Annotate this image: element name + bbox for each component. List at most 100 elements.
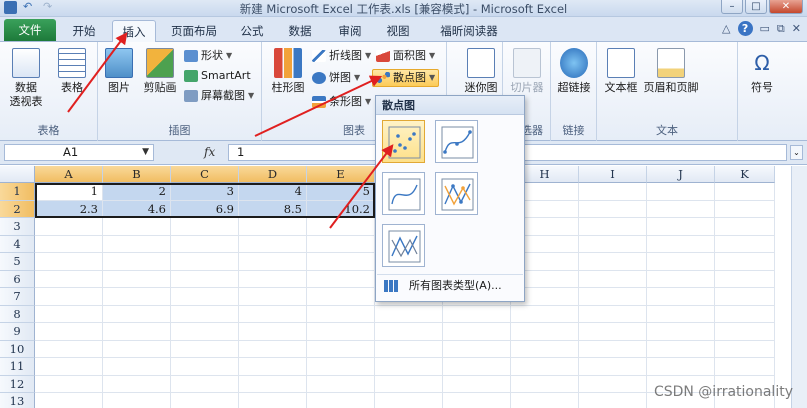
cell-i11[interactable] [579, 358, 647, 376]
tab-data[interactable]: 数据 [280, 20, 320, 42]
cell-k6[interactable] [715, 270, 775, 288]
scatter-smooth-lines-option[interactable] [382, 172, 425, 215]
cell-a9[interactable] [35, 323, 103, 341]
cell-e13[interactable] [307, 393, 375, 408]
cell-j5[interactable] [647, 253, 715, 271]
cell-g9[interactable] [443, 323, 511, 341]
cell-i3[interactable] [579, 218, 647, 236]
cell-a7[interactable] [35, 288, 103, 306]
cell-d5[interactable] [239, 253, 307, 271]
select-all-corner[interactable] [0, 166, 35, 183]
scatter-chart-button[interactable]: 散点图 ▼ [372, 69, 440, 87]
cell-h11[interactable] [511, 358, 579, 376]
cell-b8[interactable] [103, 305, 171, 323]
cell-a4[interactable] [35, 235, 103, 253]
area-chart-button[interactable]: 面积图 ▼ [376, 47, 435, 65]
row-header-2[interactable]: 2 [0, 200, 35, 218]
cell-f10[interactable] [375, 340, 443, 358]
cell-i5[interactable] [579, 253, 647, 271]
cell-d9[interactable] [239, 323, 307, 341]
symbol-button[interactable]: Ω 符号 [742, 48, 782, 95]
cell-k8[interactable] [715, 305, 775, 323]
cell-d3[interactable] [239, 218, 307, 236]
hyperlink-button[interactable]: 超链接 [554, 48, 594, 95]
line-chart-button[interactable]: 折线图 ▼ [312, 47, 371, 65]
row-header-1[interactable]: 1 [0, 183, 35, 201]
cell-d13[interactable] [239, 393, 307, 408]
name-box-dropdown-icon[interactable]: ▼ [142, 145, 149, 160]
cell-a6[interactable] [35, 270, 103, 288]
cell-f11[interactable] [375, 358, 443, 376]
cell-j3[interactable] [647, 218, 715, 236]
cell-c10[interactable] [171, 340, 239, 358]
insert-function-icon[interactable]: fx [204, 145, 215, 159]
row-header-3[interactable]: 3 [0, 218, 35, 236]
cell-c5[interactable] [171, 253, 239, 271]
cell-k2[interactable] [715, 200, 775, 218]
cell-e2[interactable]: 10.2 [307, 200, 375, 218]
header-footer-button[interactable]: 页眉和页脚 [643, 48, 699, 95]
cell-c9[interactable] [171, 323, 239, 341]
textbox-button[interactable]: 文本框 [601, 48, 641, 95]
cell-a11[interactable] [35, 358, 103, 376]
cell-i9[interactable] [579, 323, 647, 341]
scatter-straight-lines-markers-option[interactable] [435, 172, 478, 215]
row-header-9[interactable]: 9 [0, 323, 35, 341]
cell-d4[interactable] [239, 235, 307, 253]
cell-h9[interactable] [511, 323, 579, 341]
cell-b1[interactable]: 2 [103, 183, 171, 201]
cell-k4[interactable] [715, 235, 775, 253]
cell-h13[interactable] [511, 393, 579, 408]
help-icon[interactable]: ? [737, 21, 753, 36]
cell-j2[interactable] [647, 200, 715, 218]
cell-a12[interactable] [35, 375, 103, 393]
cell-a3[interactable] [35, 218, 103, 236]
minimize-workbook-icon[interactable]: ▭ [760, 22, 770, 35]
shapes-button[interactable]: 形状 ▼ [184, 47, 232, 65]
cell-j9[interactable] [647, 323, 715, 341]
cell-c3[interactable] [171, 218, 239, 236]
cell-b11[interactable] [103, 358, 171, 376]
cell-h10[interactable] [511, 340, 579, 358]
cell-b12[interactable] [103, 375, 171, 393]
cell-i7[interactable] [579, 288, 647, 306]
cell-d1[interactable]: 4 [239, 183, 307, 201]
cell-a13[interactable] [35, 393, 103, 408]
cell-h12[interactable] [511, 375, 579, 393]
cell-f13[interactable] [375, 393, 443, 408]
cell-i10[interactable] [579, 340, 647, 358]
cell-j6[interactable] [647, 270, 715, 288]
cell-c6[interactable] [171, 270, 239, 288]
column-header-b[interactable]: B [103, 166, 171, 183]
close-button[interactable]: ✕ [769, 0, 803, 14]
cell-k5[interactable] [715, 253, 775, 271]
minimize-button[interactable]: – [721, 0, 743, 14]
row-header-8[interactable]: 8 [0, 305, 35, 323]
cell-g11[interactable] [443, 358, 511, 376]
bar-chart-button[interactable]: 条形图 ▼ [312, 93, 371, 111]
cell-e8[interactable] [307, 305, 375, 323]
tab-file[interactable]: 文件 [4, 19, 56, 41]
cell-k7[interactable] [715, 288, 775, 306]
cell-c8[interactable] [171, 305, 239, 323]
cell-j8[interactable] [647, 305, 715, 323]
cell-k10[interactable] [715, 340, 775, 358]
tab-review[interactable]: 审阅 [330, 20, 370, 42]
tab-insert[interactable]: 插入 [112, 20, 156, 43]
cell-j7[interactable] [647, 288, 715, 306]
tab-home[interactable]: 开始 [64, 20, 104, 42]
column-header-a[interactable]: A [35, 166, 103, 183]
cell-b2[interactable]: 4.6 [103, 200, 171, 218]
cell-c4[interactable] [171, 235, 239, 253]
cell-k3[interactable] [715, 218, 775, 236]
column-chart-button[interactable]: 柱形图 [268, 48, 308, 95]
cell-c13[interactable] [171, 393, 239, 408]
cell-b5[interactable] [103, 253, 171, 271]
row-header-12[interactable]: 12 [0, 375, 35, 393]
cell-e12[interactable] [307, 375, 375, 393]
cell-d2[interactable]: 8.5 [239, 200, 307, 218]
cell-j1[interactable] [647, 183, 715, 201]
cell-e3[interactable] [307, 218, 375, 236]
scatter-smooth-lines-markers-option[interactable] [435, 120, 478, 163]
column-header-j[interactable]: J [647, 166, 715, 183]
